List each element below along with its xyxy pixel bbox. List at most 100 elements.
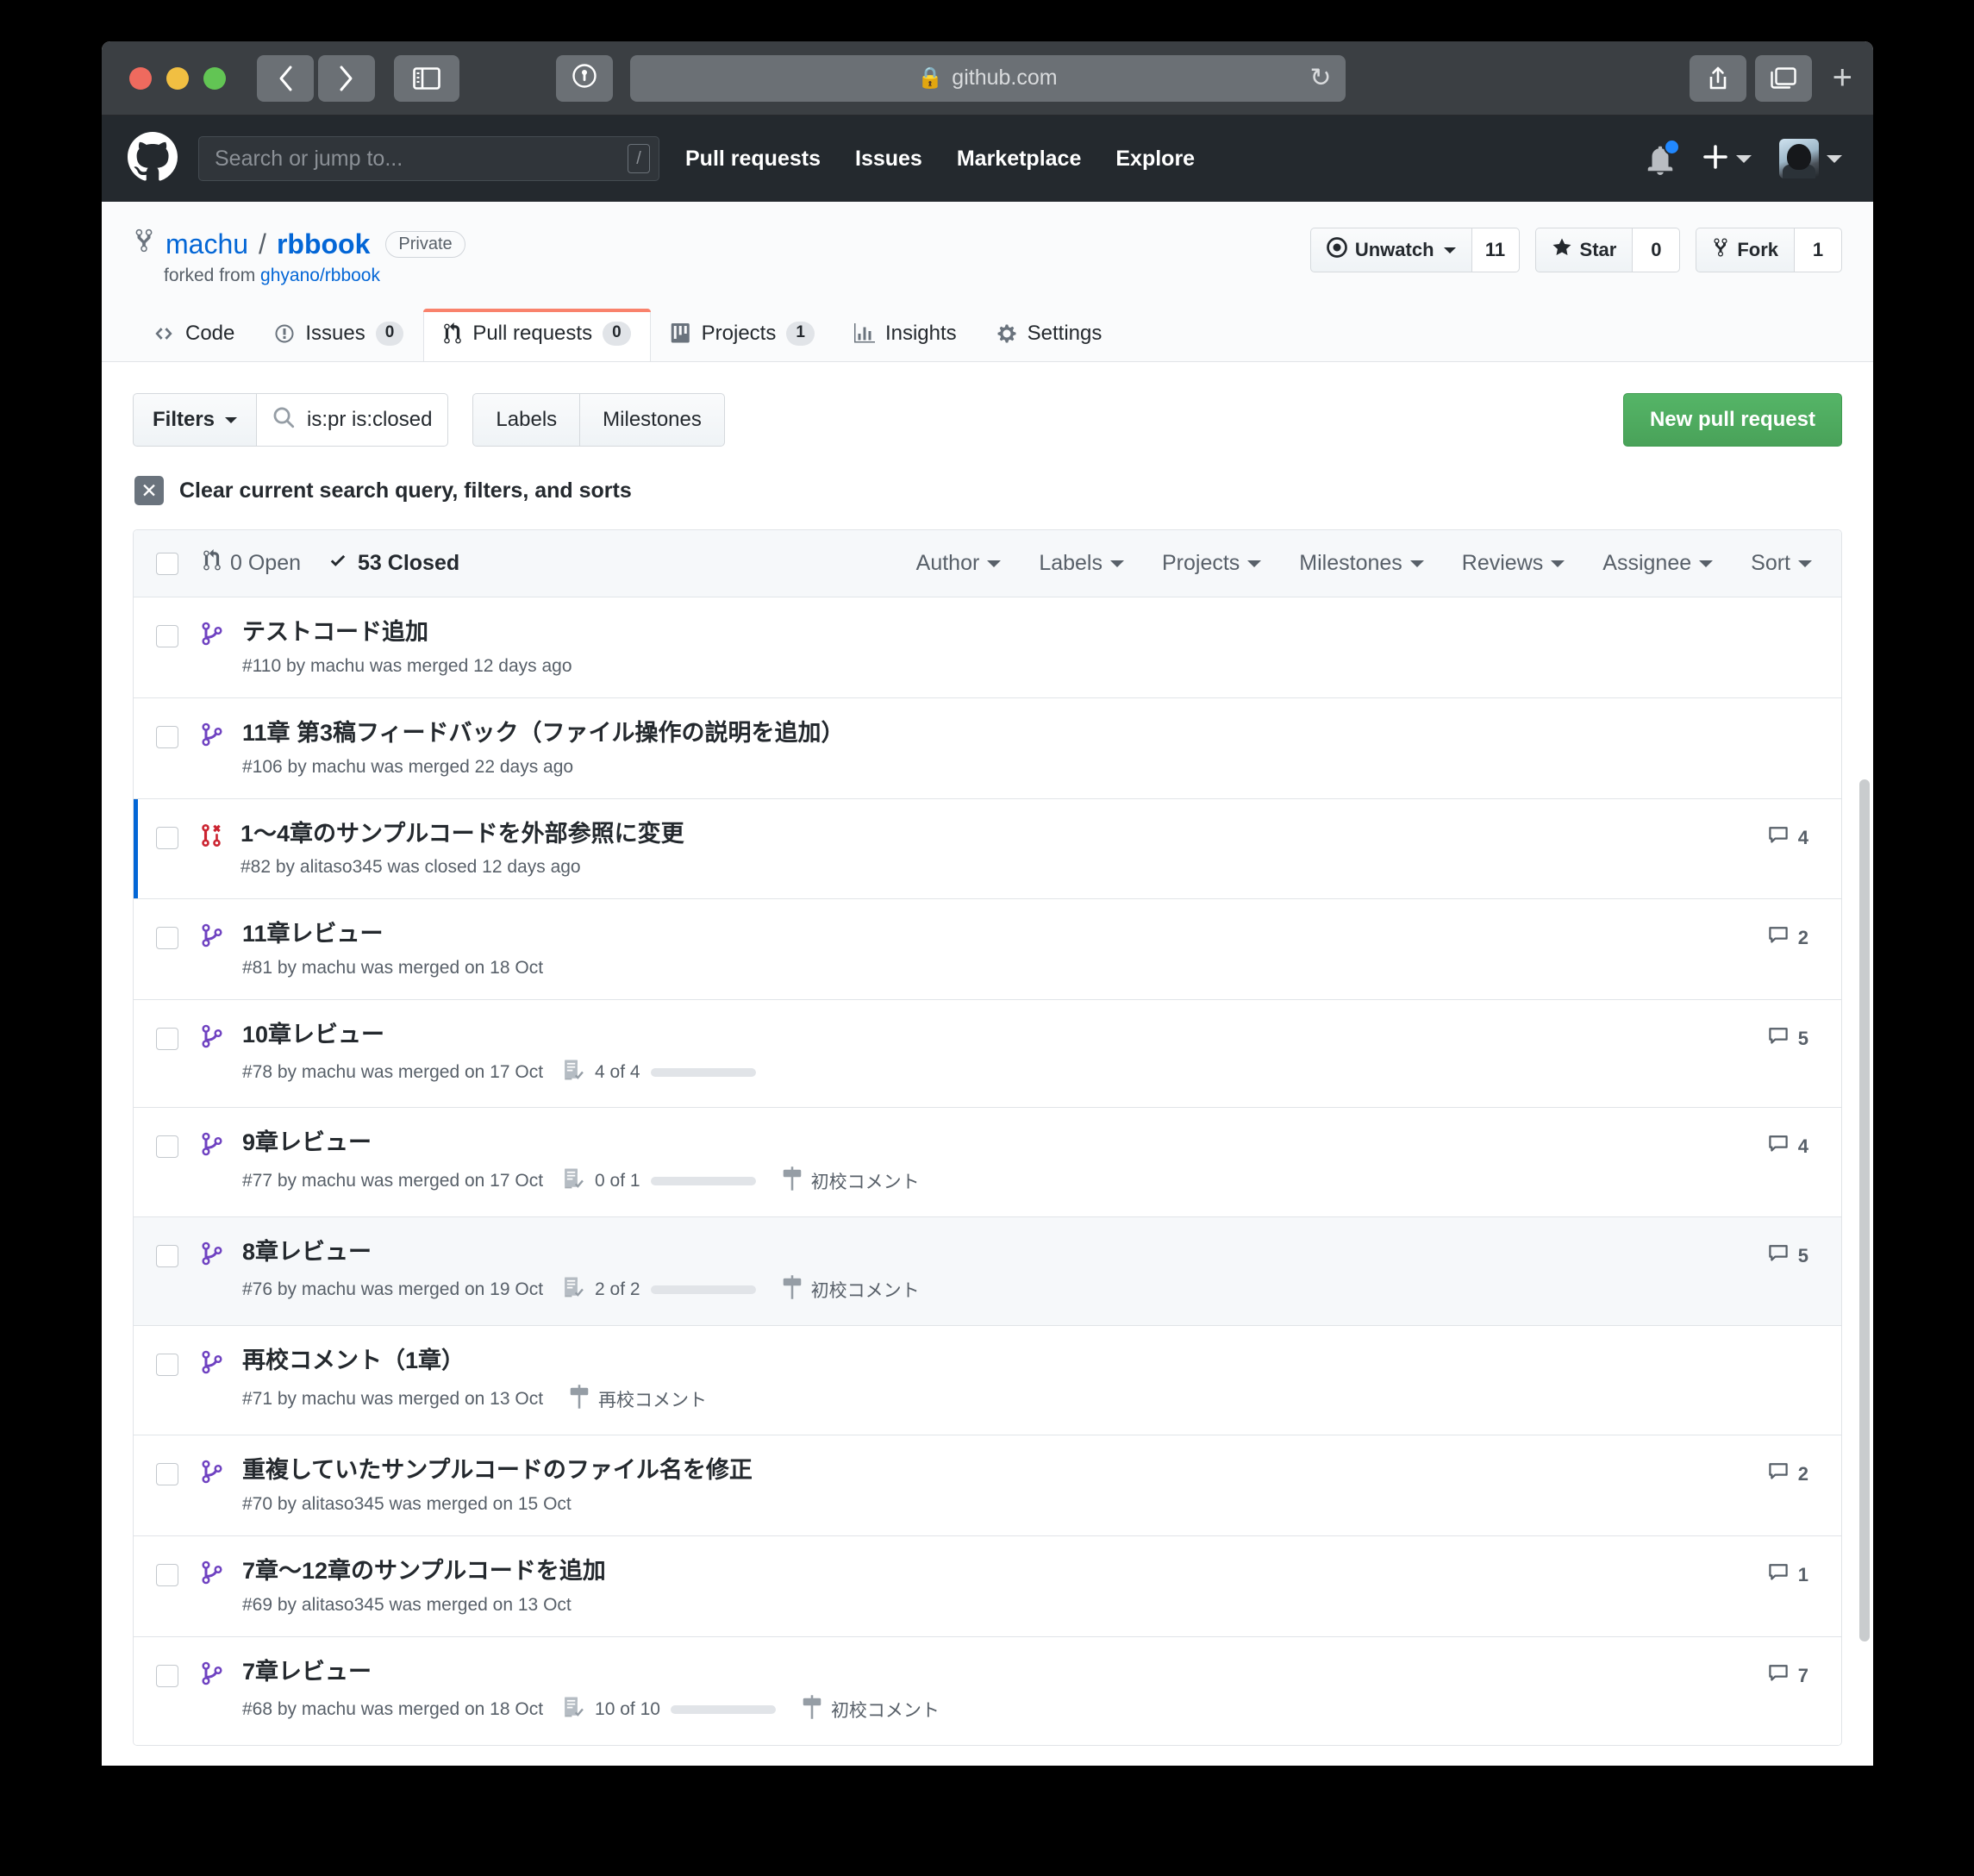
star-button[interactable]: Star (1534, 228, 1633, 272)
comment-count[interactable]: 7 (1767, 1663, 1808, 1689)
comment-count[interactable]: 5 (1767, 1243, 1808, 1269)
new-pull-request-button[interactable]: New pull request (1622, 393, 1842, 447)
pr-row-checkbox[interactable] (156, 927, 178, 950)
labels-filter[interactable]: Labels (1039, 551, 1124, 576)
repo-owner-link[interactable]: machu (166, 228, 248, 260)
comment-count[interactable]: 4 (1767, 1134, 1808, 1160)
filters-dropdown-button[interactable]: Filters (133, 393, 257, 447)
address-bar[interactable]: 🔒 github.com ↻ (629, 54, 1346, 102)
pr-title-link[interactable]: 1〜4章のサンプルコードを外部参照に変更 (241, 820, 1750, 849)
pr-row-checkbox[interactable] (156, 1354, 178, 1377)
tab-settings[interactable]: Settings (977, 309, 1122, 361)
table-row[interactable]: 再校コメント（1章） #71 by machu was merged on 13 … (134, 1326, 1841, 1435)
new-tab-plus-icon[interactable]: + (1833, 59, 1852, 97)
close-x-icon[interactable]: ✕ (134, 476, 164, 505)
closed-count-link[interactable]: 53 Closed (327, 551, 459, 576)
table-row[interactable]: 7章〜12章のサンプルコードを追加 #69 by alitaso345 was m… (134, 1535, 1841, 1637)
author-filter[interactable]: Author (916, 551, 1002, 576)
maximize-window-button[interactable] (203, 66, 226, 90)
table-row[interactable]: 10章レビュー #78 by machu was merged on 17 Oct… (134, 1000, 1841, 1108)
table-row[interactable]: 7章レビュー #68 by machu was merged on 18 Oct 1… (134, 1636, 1841, 1746)
table-row[interactable]: 11章 第3稿フィードバック（ファイル操作の説明を追加） #106 by mach… (134, 697, 1841, 799)
pr-title-link[interactable]: 7章〜12章のサンプルコードを追加 (242, 1557, 1750, 1586)
pr-row-checkbox[interactable] (156, 1664, 178, 1687)
pr-title-link[interactable]: 8章レビュー (242, 1238, 1750, 1267)
user-menu-button[interactable] (1779, 139, 1842, 178)
milestones-filter[interactable]: Milestones (1299, 551, 1424, 576)
tab-insights[interactable]: Insights (834, 309, 977, 361)
tab-pull-requests[interactable]: Pull requests 0 (423, 309, 651, 361)
forked-parent-link[interactable]: ghyano/rbbook (260, 266, 380, 285)
table-row[interactable]: 8章レビュー #76 by machu was merged on 19 Oct 2… (134, 1216, 1841, 1327)
pr-row-checkbox[interactable] (156, 1135, 178, 1158)
onepassword-button[interactable] (555, 54, 613, 102)
pr-title-link[interactable]: 11章レビュー (242, 920, 1750, 949)
back-button[interactable] (257, 54, 314, 102)
nav-issues[interactable]: Issues (855, 147, 922, 172)
pr-row-checkbox[interactable] (156, 725, 178, 748)
table-row[interactable]: テストコード追加 #110 by machu was merged 12 days… (134, 597, 1841, 698)
nav-marketplace[interactable]: Marketplace (957, 147, 1082, 172)
forward-button[interactable] (318, 54, 375, 102)
pr-title-link[interactable]: 重複していたサンプルコードのファイル名を修正 (242, 1456, 1750, 1485)
pr-title-link[interactable]: テストコード追加 (242, 618, 1819, 647)
show-tabs-button[interactable] (1754, 54, 1812, 102)
tab-issues[interactable]: Issues 0 (254, 309, 423, 361)
pr-row-checkbox[interactable] (156, 1463, 178, 1485)
milestone-link[interactable]: 再校コメント (569, 1385, 707, 1414)
issue-search-input[interactable]: is:pr is:closed (256, 393, 449, 447)
comment-count[interactable]: 2 (1767, 1461, 1808, 1487)
table-row[interactable]: 9章レビュー #77 by machu was merged on 17 Oct 0… (134, 1107, 1841, 1217)
pr-row-checkbox[interactable] (156, 826, 178, 849)
sidebar-toggle-button[interactable] (394, 54, 459, 102)
create-new-button[interactable] (1702, 144, 1752, 174)
notifications-button[interactable] (1646, 139, 1680, 175)
table-row[interactable]: 1〜4章のサンプルコードを外部参照に変更 #82 by alitaso345 wa… (134, 798, 1841, 900)
sort-filter[interactable]: Sort (1751, 551, 1812, 576)
comment-count[interactable]: 1 (1767, 1562, 1808, 1588)
pr-row-checkbox[interactable] (156, 1028, 178, 1050)
star-count[interactable]: 0 (1632, 228, 1681, 272)
nav-pull-requests[interactable]: Pull requests (685, 147, 821, 172)
watch-count[interactable]: 11 (1471, 228, 1520, 272)
milestones-button[interactable]: Milestones (579, 393, 725, 447)
fork-count[interactable]: 1 (1794, 228, 1842, 272)
scrollbar-thumb[interactable] (1859, 779, 1870, 1642)
open-count-link[interactable]: 0 Open (203, 549, 301, 578)
github-mark-icon[interactable] (128, 131, 178, 186)
comment-count[interactable]: 5 (1767, 1026, 1808, 1052)
table-row[interactable]: 11章レビュー #81 by machu was merged on 18 Oct… (134, 899, 1841, 1000)
milestone-link[interactable]: 初校コメント (782, 1166, 920, 1196)
milestone-link[interactable]: 初校コメント (782, 1275, 920, 1304)
pr-title-link[interactable]: 9章レビュー (242, 1129, 1750, 1158)
page-scrollbar[interactable] (1859, 124, 1870, 1693)
pr-title-link[interactable]: 7章レビュー (242, 1658, 1750, 1687)
reload-button[interactable]: ↻ (1309, 65, 1331, 91)
pr-title-link[interactable]: 再校コメント（1章） (242, 1347, 1819, 1376)
global-search-input[interactable]: Search or jump to... / (198, 136, 659, 181)
pr-row-checkbox[interactable] (156, 1244, 178, 1267)
repo-name-link[interactable]: rbbook (277, 228, 370, 260)
tab-projects[interactable]: Projects 1 (651, 309, 834, 361)
table-row[interactable]: 重複していたサンプルコードのファイル名を修正 #70 by alitaso345 … (134, 1435, 1841, 1536)
comment-count[interactable]: 4 (1767, 825, 1808, 851)
clear-search-row[interactable]: ✕ Clear current search query, filters, a… (134, 476, 1842, 505)
fork-button[interactable]: Fork (1696, 228, 1794, 272)
pr-row-checkbox[interactable] (156, 1563, 178, 1586)
share-button[interactable] (1689, 54, 1746, 102)
labels-button[interactable]: Labels (472, 393, 580, 447)
tab-code[interactable]: Code (133, 309, 254, 361)
pr-title-link[interactable]: 11章 第3稿フィードバック（ファイル操作の説明を追加） (242, 719, 1819, 748)
milestone-link[interactable]: 初校コメント (802, 1695, 940, 1724)
unwatch-button[interactable]: Unwatch (1309, 228, 1471, 272)
minimize-window-button[interactable] (166, 66, 189, 90)
pr-row-checkbox[interactable] (156, 625, 178, 647)
projects-filter[interactable]: Projects (1162, 551, 1262, 576)
comment-count[interactable]: 2 (1767, 925, 1808, 951)
assignee-filter[interactable]: Assignee (1602, 551, 1714, 576)
close-window-button[interactable] (129, 66, 152, 90)
nav-explore[interactable]: Explore (1115, 147, 1195, 172)
reviews-filter[interactable]: Reviews (1462, 551, 1565, 576)
pr-title-link[interactable]: 10章レビュー (242, 1021, 1750, 1050)
select-all-checkbox[interactable] (156, 552, 178, 575)
